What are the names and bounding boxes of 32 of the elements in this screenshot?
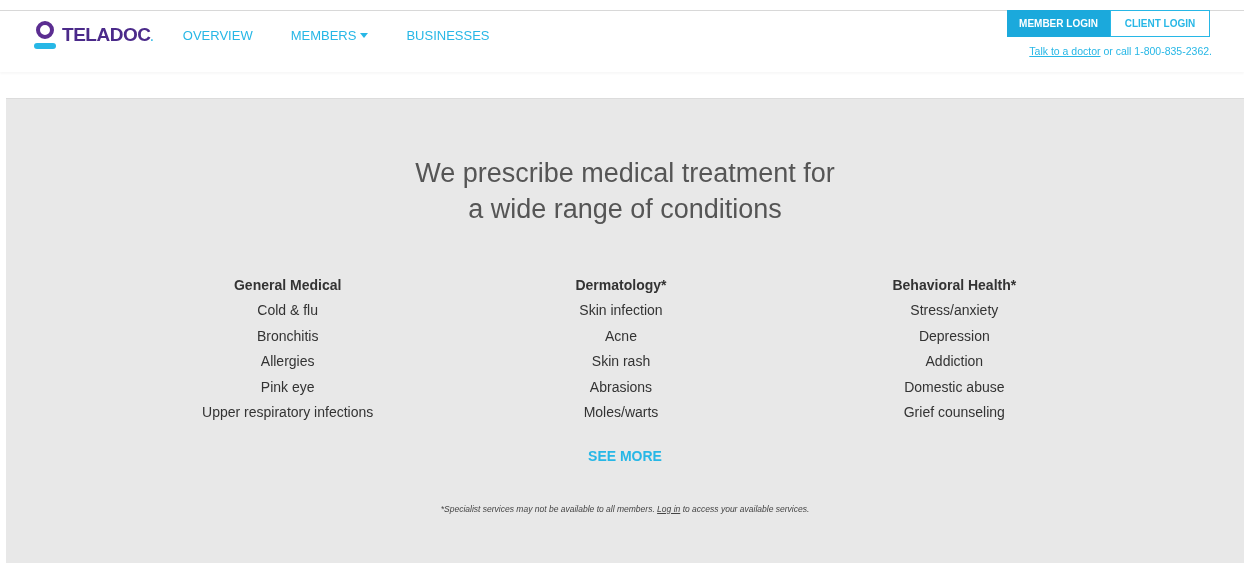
logo-icon: [34, 21, 56, 50]
nav-link[interactable]: MEMBERS: [290, 25, 369, 45]
talk-to-doctor-link[interactable]: Talk to a doctor: [1029, 45, 1101, 57]
condition-item: Pink eye: [260, 377, 315, 397]
category-title: General Medical: [233, 276, 342, 295]
caret-icon: [360, 32, 369, 38]
condition-item: Stress/anxiety: [910, 301, 999, 320]
footnote-text: *Specialist services may not be available to all members. Log in to access your available services.: [440, 502, 810, 516]
condition-item: Grief counseling: [903, 403, 1005, 422]
category-title: Dermatology*: [575, 276, 667, 295]
section-heading: We prescribe medical treatment for a wide range of conditions: [415, 157, 835, 226]
nav-link[interactable]: BUSINESSES: [406, 25, 490, 45]
condition-item: Skin rash: [591, 352, 651, 371]
category-title: Behavioral Health*: [892, 276, 1017, 295]
login-tab[interactable]: MEMBER LOGIN: [1007, 10, 1110, 37]
condition-item: Acne: [605, 326, 637, 346]
condition-item: Abrasions: [589, 377, 653, 397]
see-more-link[interactable]: SEE MORE: [588, 445, 662, 467]
contact-text: Talk to a doctor or call 1-800-835-2362.: [1029, 44, 1212, 59]
condition-item: Moles/warts: [583, 403, 659, 422]
condition-item: Bronchitis: [256, 326, 319, 346]
log-in-link[interactable]: Log in: [657, 503, 681, 514]
condition-item: Cold & flu: [257, 301, 318, 320]
nav-link[interactable]: OVERVIEW: [182, 25, 253, 45]
condition-item: Domestic abuse: [904, 377, 1005, 397]
condition-item: Depression: [918, 326, 990, 346]
condition-item: Skin infection: [579, 301, 663, 320]
login-tab[interactable]: CLIENT LOGIN: [1110, 10, 1210, 37]
logo-text[interactable]: TELADOC.: [62, 21, 153, 50]
condition-item: Allergies: [260, 352, 315, 371]
condition-item: Addiction: [925, 352, 984, 371]
condition-item: Upper respiratory infections: [202, 403, 374, 422]
